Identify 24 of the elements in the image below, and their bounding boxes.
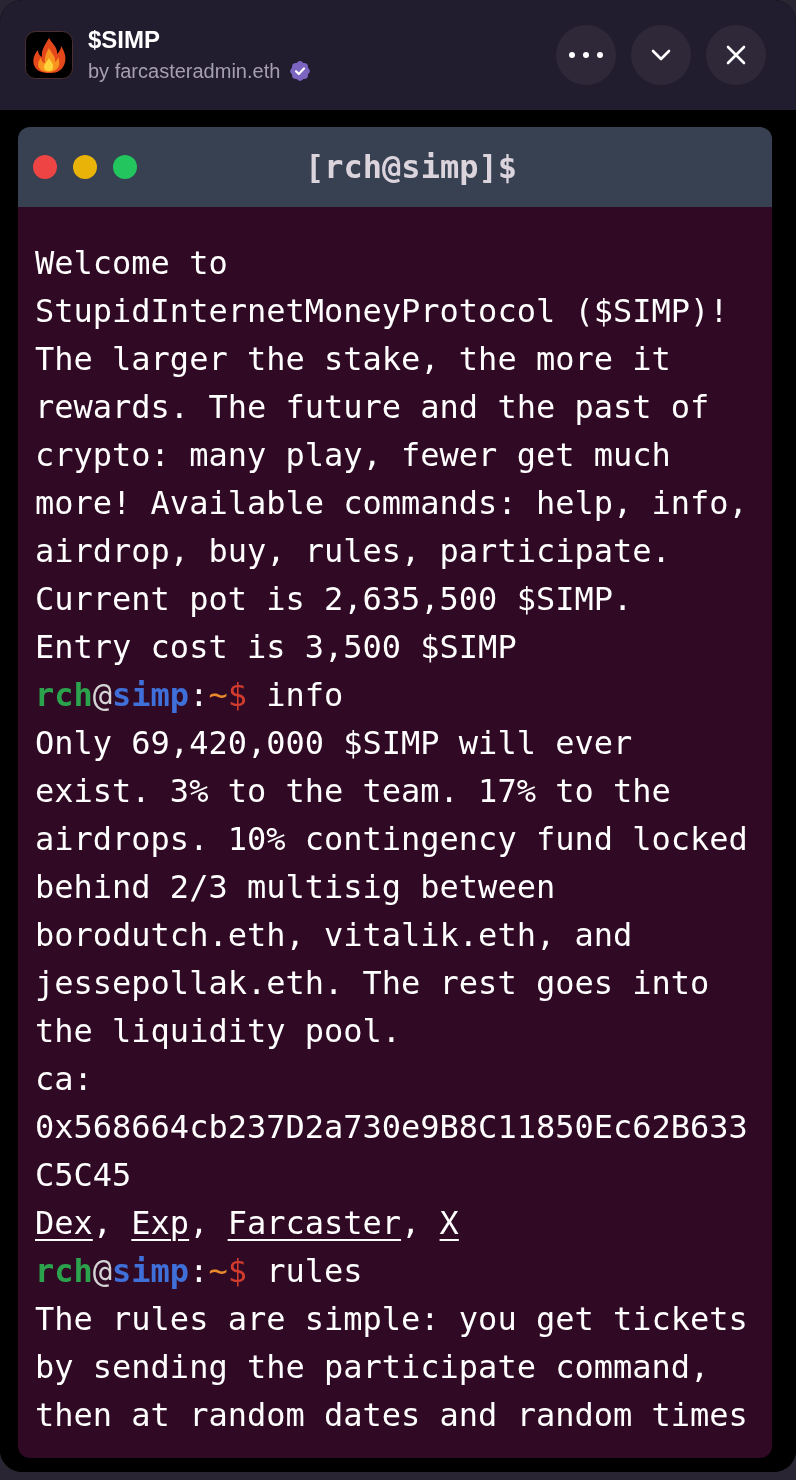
output-text: Only 69,420,000 $SIMP will ever exist. 3% to the team. 17% to the airdrops. 10% contingency fund locked behind 2/3 multisig between borodutch.eth, vitalik.eth, and jessepollak.eth. The rest goes into the liquidity pool. bbox=[35, 723, 749, 1052]
command-prompt: rch@simp:~$ rules bbox=[35, 1251, 364, 1292]
window-control-icon bbox=[33, 155, 57, 179]
links-text: Dex, Exp, Farcaster, X bbox=[35, 1203, 460, 1244]
window-control-icon bbox=[113, 155, 137, 179]
output-text: Welcome to StupidInternetMoneyProtocol ($SIMP)! The larger the stake, the more it rewards. The future and the past of crypto: many play, fewer get much more! Available commands: help, info, airdrop, buy, rules, participate. bbox=[35, 243, 749, 572]
window-control-icon bbox=[73, 155, 97, 179]
link[interactable]: Exp bbox=[131, 1204, 190, 1242]
output-text: Entry cost is 3,500 $SIMP bbox=[35, 627, 518, 668]
link[interactable]: Dex bbox=[35, 1204, 93, 1242]
chevron-down-icon bbox=[651, 49, 671, 61]
output-text: The rules are simple: you get tickets by sending the participate command, then at random dates and random times bbox=[35, 1299, 749, 1436]
link[interactable]: Farcaster bbox=[227, 1204, 402, 1242]
command-prompt: rch@simp:~$ info bbox=[35, 675, 345, 716]
output-text: Current pot is 2,635,500 $SIMP. bbox=[35, 579, 634, 620]
output-text: 0x568664cb237D2a730e9B8C11850Ec62B633C5C45 bbox=[35, 1107, 749, 1196]
app-author: by farcasteradmin.eth bbox=[88, 59, 281, 84]
output-text: ca: bbox=[35, 1059, 94, 1100]
terminal-title: [rch@simp]$ bbox=[305, 147, 517, 187]
fire-icon bbox=[25, 31, 73, 79]
close-icon bbox=[726, 45, 746, 65]
dots-icon bbox=[569, 52, 603, 58]
app-title: $SIMP bbox=[88, 26, 161, 54]
link[interactable]: X bbox=[439, 1204, 459, 1242]
